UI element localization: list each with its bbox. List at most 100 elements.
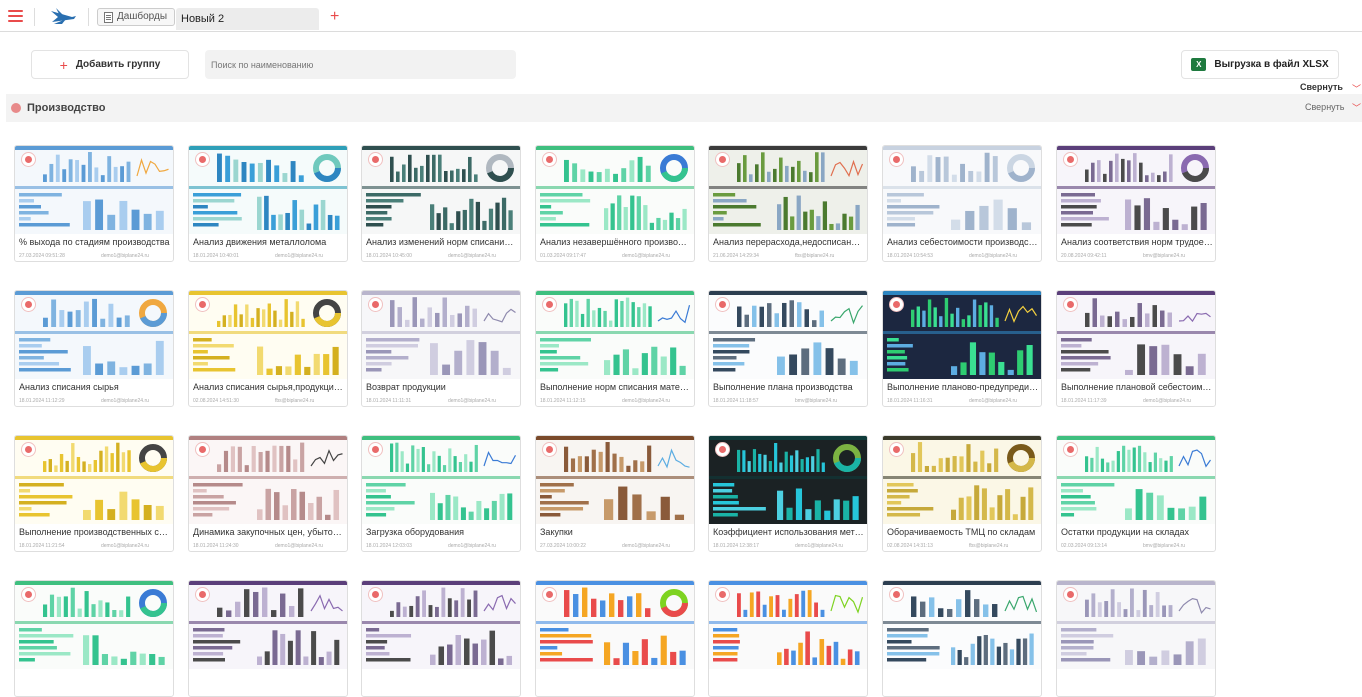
plane-logo-icon[interactable] — [48, 5, 78, 27]
dashboard-thumbnail — [1057, 581, 1215, 669]
dashboard-card[interactable]: Коэффициент использования металла 18.01.2… — [708, 435, 868, 552]
card-date: 18.01.2024 10:54:53 — [887, 253, 933, 259]
dashboard-card[interactable]: Выполнение производственных смен... 18.01… — [14, 435, 174, 552]
card-title: Закупки — [540, 527, 573, 537]
dashboard-thumbnail — [1057, 291, 1215, 379]
card-author: demo1@biplane24.ru — [275, 543, 323, 549]
card-date: 27.03.2024 10:00:22 — [540, 543, 586, 549]
card-title: Выполнение производственных смен... — [19, 527, 171, 537]
dashboard-thumbnail — [362, 581, 520, 669]
dashboard-thumbnail — [536, 291, 694, 379]
dashboard-card[interactable]: Выполнение плана производства 18.01.2024 … — [708, 290, 868, 407]
card-title: Коэффициент использования металла — [713, 527, 865, 537]
export-xlsx-button[interactable]: X Выгрузка в файл XLSX — [1181, 50, 1339, 79]
card-date: 18.01.2024 11:17:39 — [1061, 398, 1107, 404]
card-title: Анализ списания сырья — [19, 382, 119, 392]
dashboard-badge-icon — [715, 297, 730, 312]
document-icon — [104, 11, 113, 23]
add-group-button[interactable]: + Добавить группу — [31, 50, 189, 79]
dashboard-card[interactable]: Выполнение плановой себестоимост... 18.01… — [1056, 290, 1216, 407]
card-date: 18.01.2024 10:45:00 — [366, 253, 412, 259]
dashboard-card[interactable] — [361, 580, 521, 697]
dashboard-thumbnail — [883, 436, 1041, 524]
card-date: 18.01.2024 11:24:30 — [193, 543, 239, 549]
tab-dashboards[interactable]: Дашборды — [97, 8, 175, 26]
dashboard-card[interactable]: Оборачиваемость ТМЦ по складам 02.08.2024… — [882, 435, 1042, 552]
card-date: 02.03.2024 09:13:14 — [1061, 543, 1107, 549]
dashboard-card[interactable]: Закупки 27.03.2024 10:00:22 demo1@biplane2… — [535, 435, 695, 552]
dashboard-badge-icon — [715, 152, 730, 167]
dashboard-badge-icon — [889, 442, 904, 457]
dashboard-card[interactable] — [708, 580, 868, 697]
dashboard-badge-icon — [21, 152, 36, 167]
excel-icon: X — [1191, 58, 1207, 71]
dashboard-thumbnail — [883, 146, 1041, 234]
dashboard-thumbnail — [536, 146, 694, 234]
dashboard-card[interactable]: Анализ списания сырья,продукции с... 02.0… — [188, 290, 348, 407]
card-title: Выполнение плановой себестоимост... — [1061, 382, 1213, 392]
dashboard-thumbnail — [1057, 146, 1215, 234]
dashboard-card[interactable] — [535, 580, 695, 697]
card-author: demo1@biplane24.ru — [622, 543, 670, 549]
dashboard-badge-icon — [542, 297, 557, 312]
card-title: Анализ списания сырья,продукции с... — [193, 382, 345, 392]
card-author: bmv@biplane24.ru — [795, 398, 838, 404]
dashboard-card[interactable]: Выполнение норм списания материа... 18.01… — [535, 290, 695, 407]
dashboard-card[interactable]: Анализ перерасхода,недосписания с... 21.0… — [708, 145, 868, 262]
dashboard-card[interactable]: Анализ соответствия норм трудоемк... 20.0… — [1056, 145, 1216, 262]
dashboard-card[interactable]: Анализ изменений норм списания сы... 18.0… — [361, 145, 521, 262]
card-author: bmv@biplane24.ru — [1143, 543, 1186, 549]
card-date: 18.01.2024 11:12:29 — [19, 398, 65, 404]
card-author: demo1@biplane24.ru — [795, 543, 843, 549]
card-author: demo1@biplane24.ru — [1143, 398, 1191, 404]
card-author: demo1@biplane24.ru — [448, 398, 496, 404]
card-author: demo1@biplane24.ru — [622, 398, 670, 404]
search-input[interactable] — [205, 50, 516, 79]
plus-icon: + — [59, 56, 68, 73]
dashboard-thumbnail — [536, 581, 694, 669]
card-title: Анализ себестоимости производства... — [887, 237, 1039, 247]
dashboard-card[interactable] — [188, 580, 348, 697]
dashboard-card[interactable]: Анализ списания сырья 18.01.2024 11:12:29… — [14, 290, 174, 407]
dashboard-card[interactable]: Динамика закупочных цен, убыток о... 18.0… — [188, 435, 348, 552]
dashboard-card[interactable]: Анализ движения металлолома 18.01.2024 10… — [188, 145, 348, 262]
card-date: 18.01.2024 11:12:15 — [540, 398, 586, 404]
card-author: demo1@biplane24.ru — [101, 253, 149, 259]
card-date: 18.01.2024 12:03:03 — [366, 543, 412, 549]
dashboard-card[interactable]: Анализ себестоимости производства... 18.0… — [882, 145, 1042, 262]
dashboard-badge-icon — [368, 587, 383, 602]
tab-label: Дашборды — [117, 11, 167, 22]
dashboard-badge-icon — [195, 152, 210, 167]
dashboard-card[interactable] — [882, 580, 1042, 697]
tab-new-2[interactable]: Новый 2 — [176, 8, 319, 30]
dashboard-card[interactable] — [14, 580, 174, 697]
dashboard-badge-icon — [542, 442, 557, 457]
card-author: demo1@biplane24.ru — [969, 253, 1017, 259]
card-author: demo1@biplane24.ru — [275, 253, 323, 259]
dashboard-card[interactable] — [1056, 580, 1216, 697]
dashboard-thumbnail — [15, 581, 173, 669]
chevron-down-icon[interactable]: ﹀ — [1352, 101, 1361, 114]
dashboard-card[interactable]: Остатки продукции на складах 02.03.2024 0… — [1056, 435, 1216, 552]
group-collapse-button[interactable]: Свернуть — [1305, 102, 1344, 112]
card-author: fbs@biplane24.ru — [969, 543, 1009, 549]
menu-icon[interactable] — [8, 10, 23, 22]
add-group-label: Добавить группу — [75, 59, 161, 70]
card-date: 27.03.2024 09:51:28 — [19, 253, 65, 259]
add-tab-button[interactable]: + — [330, 8, 339, 26]
card-author: demo1@biplane24.ru — [969, 398, 1017, 404]
dashboard-card[interactable]: Возврат продукции 18.01.2024 11:11:31 demo… — [361, 290, 521, 407]
divider — [34, 8, 35, 26]
dashboard-card[interactable]: % выхода по стадиям производства 27.03.20… — [14, 145, 174, 262]
dashboard-card[interactable]: Анализ незавершённого производства 01.03.… — [535, 145, 695, 262]
group-header[interactable]: Производство Свернуть — [6, 94, 1362, 122]
card-date: 01.03.2024 09:17:47 — [540, 253, 586, 259]
dashboard-thumbnail — [362, 291, 520, 379]
export-label: Выгрузка в файл XLSX — [1214, 59, 1329, 70]
dashboard-card[interactable]: Выполнение планово-предупредите... 18.01.… — [882, 290, 1042, 407]
dashboard-card[interactable]: Загрузка оборудования 18.01.2024 12:03:03… — [361, 435, 521, 552]
card-date: 20.08.2024 09:42:11 — [1061, 253, 1107, 259]
card-title: Выполнение норм списания материа... — [540, 382, 692, 392]
collapse-all-button[interactable]: Свернуть — [1300, 82, 1343, 92]
dashboard-badge-icon — [715, 587, 730, 602]
